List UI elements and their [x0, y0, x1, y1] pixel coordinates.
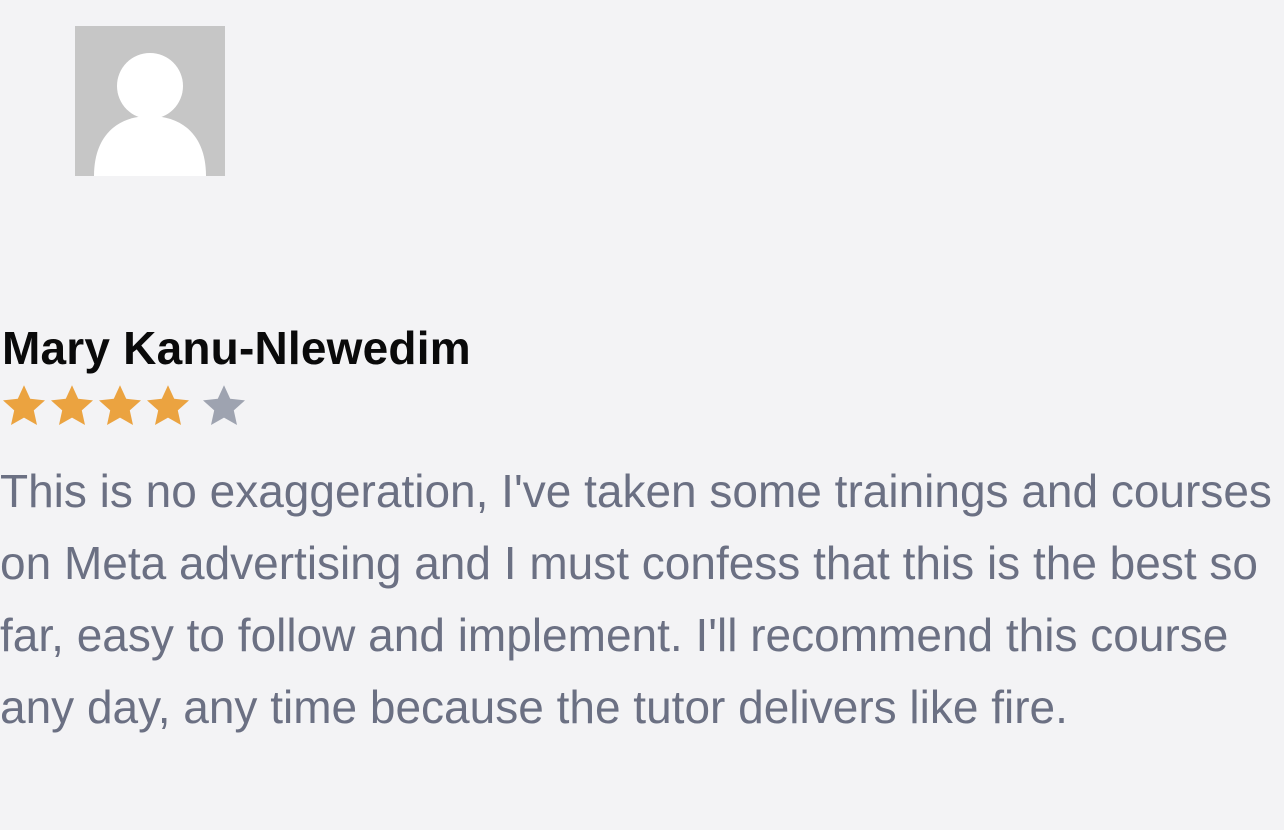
star-filled-icon	[99, 385, 141, 425]
review-card: Mary Kanu-Nlewedim This is no exaggerati…	[0, 0, 1284, 830]
star-empty-icon	[203, 385, 245, 425]
star-rating	[0, 382, 248, 430]
review-text: This is no exaggeration, I've taken some…	[0, 465, 1272, 733]
reviewer-name: Mary Kanu-Nlewedim	[2, 322, 471, 374]
star-filled-icon	[51, 385, 93, 425]
default-user-avatar-icon	[94, 53, 206, 176]
star-filled-icon	[147, 385, 189, 425]
avatar	[75, 26, 225, 176]
star-filled-icon	[3, 385, 45, 425]
